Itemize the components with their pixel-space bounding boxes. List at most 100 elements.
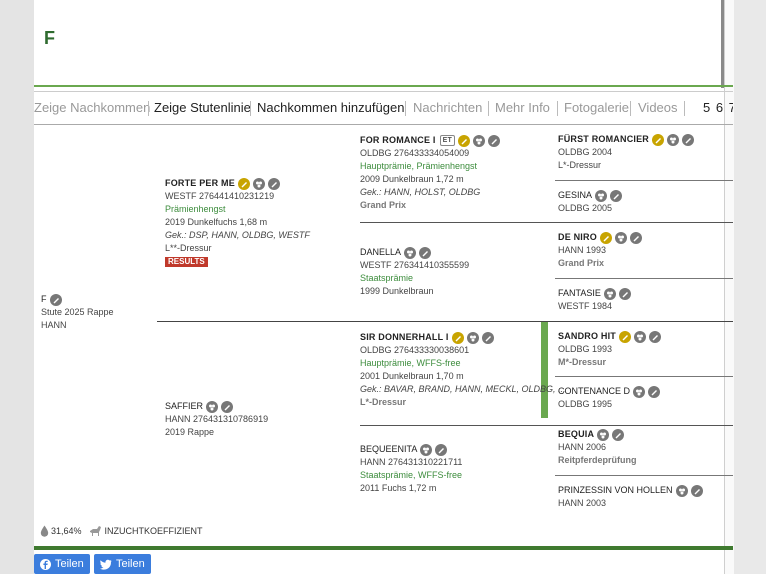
- offspring-icon[interactable]: [466, 331, 479, 344]
- ss-gek: Gek.: HANN, HOLST, OLDBG: [360, 187, 481, 197]
- pencil-icon[interactable]: [649, 330, 661, 343]
- tab-fotogalerie[interactable]: Fotogalerie: [564, 100, 629, 115]
- sire-name[interactable]: FORTE PER ME: [165, 177, 235, 190]
- g3-node-7: PRINZESSIN VON HOLLEN HANN 2003: [558, 484, 703, 510]
- inbreeding-label: INZUCHTKOEFFIZIENT: [104, 526, 203, 536]
- dd-name[interactable]: BEQUEENITA: [360, 443, 417, 456]
- g3-line1: OLDBG 2005: [558, 203, 613, 213]
- dam-name[interactable]: SAFFIER: [165, 400, 203, 413]
- pencil-icon[interactable]: [648, 385, 661, 398]
- g3-name[interactable]: FÜRST ROMANCIER: [558, 133, 649, 146]
- offspring-icon[interactable]: [595, 189, 608, 202]
- pencil-icon[interactable]: [267, 177, 280, 190]
- offspring-icon[interactable]: [633, 385, 646, 398]
- offspring-icon[interactable]: [614, 231, 627, 244]
- pencil-icon[interactable]: [690, 484, 703, 497]
- offspring-icon[interactable]: [675, 484, 688, 497]
- pencil-icon[interactable]: [612, 428, 625, 441]
- offspring-icon[interactable]: [472, 134, 485, 147]
- et-badge: ET: [439, 135, 455, 146]
- pedigree-divider-sire: [360, 222, 733, 223]
- g3-node-1: GESINA OLDBG 2005: [558, 189, 623, 215]
- g3-name[interactable]: SANDRO HIT: [558, 330, 616, 343]
- pencil-icon[interactable]: [481, 331, 494, 344]
- tab-zeige-nachkommen[interactable]: Zeige Nachkommen: [34, 100, 150, 115]
- offspring-icon[interactable]: [603, 287, 616, 300]
- offspring-icon[interactable]: [634, 330, 646, 343]
- g3-name[interactable]: DE NIRO: [558, 231, 597, 244]
- dam-info: 2019 Rappe: [165, 427, 215, 437]
- pencil-icon[interactable]: [610, 189, 623, 202]
- g3-name[interactable]: BEQUIA: [558, 428, 594, 441]
- nav-separator: [250, 101, 251, 116]
- ss-name[interactable]: FOR ROMANCE I: [360, 134, 436, 147]
- pedigree-divider-g3: [555, 376, 733, 377]
- share-twitter-button[interactable]: Teilen: [94, 554, 151, 574]
- sire-level: L**-Dressur: [165, 243, 212, 253]
- ss-level: Grand Prix: [360, 200, 407, 210]
- nav-bottom-line: [34, 124, 733, 125]
- g3-node-5: CONTENANCE D OLDBG 1995: [558, 385, 661, 411]
- g3-name[interactable]: FANTASIE: [558, 287, 601, 300]
- ss-reg: OLDBG 276433334054009: [360, 148, 470, 158]
- pencil-icon[interactable]: [221, 400, 234, 413]
- tab-nav: Zeige Nachkommen Zeige Stutenlinie Nachk…: [34, 97, 733, 121]
- sire-award: Prämienhengst: [165, 204, 226, 214]
- subject-name[interactable]: F: [41, 293, 47, 306]
- ds-info: 2001 Dunkelbraun 1,70 m: [360, 371, 464, 381]
- sire-info: 2019 Dunkelfuchs 1,68 m: [165, 217, 268, 227]
- pencil-icon[interactable]: [682, 133, 694, 146]
- g3-line1: OLDBG 1995: [558, 399, 613, 409]
- tab-nachkommen-hinzufuegen[interactable]: Nachkommen hinzufügen: [257, 100, 404, 115]
- pencil-icon[interactable]: [487, 134, 500, 147]
- tab-videos[interactable]: Videos: [638, 100, 678, 115]
- page-gutter: [734, 0, 766, 574]
- ds-name[interactable]: SIR DONNERHALL I: [360, 331, 449, 344]
- g3-name[interactable]: PRINZESSIN VON HOLLEN: [558, 484, 673, 497]
- twitter-icon: [100, 559, 112, 570]
- g3-line1: HANN 2003: [558, 498, 607, 508]
- pencil-icon[interactable]: [629, 231, 642, 244]
- tab-mehr-info[interactable]: Mehr Info: [495, 100, 550, 115]
- sd-info: 1999 Dunkelbraun: [360, 286, 434, 296]
- subject-line1: Stute 2025 Rappe: [41, 307, 114, 317]
- g3-name[interactable]: GESINA: [558, 189, 592, 202]
- offspring-icon[interactable]: [667, 133, 679, 146]
- tab-zeige-stutenlinie[interactable]: Zeige Stutenlinie: [154, 100, 251, 115]
- pedigree-divider-g3: [555, 180, 733, 181]
- ds-award: Hauptprämie, WFFS-free: [360, 358, 461, 368]
- share-facebook-button[interactable]: Teilen: [34, 554, 90, 574]
- g3-node-2: DE NIRO HANN 1993 Grand Prix: [558, 231, 642, 270]
- offspring-icon[interactable]: [252, 177, 265, 190]
- nav-overflow[interactable]: 5 6 7: [703, 100, 733, 115]
- nav-top-line: [34, 91, 733, 92]
- g3-name[interactable]: CONTENANCE D: [558, 385, 630, 398]
- offspring-icon[interactable]: [404, 246, 417, 259]
- dam-node: SAFFIER HANN 276431310786919 2019 Rappe: [165, 400, 268, 439]
- pencil-icon[interactable]: [419, 246, 432, 259]
- offspring-icon[interactable]: [206, 400, 219, 413]
- ds-level: L*-Dressur: [360, 397, 407, 407]
- results-button[interactable]: RESULTS: [165, 257, 208, 267]
- pencil-icon[interactable]: [618, 287, 631, 300]
- dam-reg: HANN 276431310786919: [165, 414, 269, 424]
- dd-node: BEQUEENITA HANN 276431310221711 Staatspr…: [360, 443, 462, 495]
- g3-line1: OLDBG 1993: [558, 344, 613, 354]
- pencil-icon[interactable]: [435, 443, 448, 456]
- tab-nachrichten[interactable]: Nachrichten: [413, 100, 482, 115]
- offspring-icon[interactable]: [597, 428, 610, 441]
- g3-line1: HANN 1993: [558, 245, 607, 255]
- g3-line2: Reitpferdeprüfung: [558, 455, 637, 465]
- offspring-icon[interactable]: [420, 443, 433, 456]
- pedigree-divider-main: [157, 321, 733, 322]
- sire-gek: Gek.: DSP, HANN, OLDBG, WESTF: [165, 230, 310, 240]
- sd-name[interactable]: DANELLA: [360, 246, 401, 259]
- scrollbar[interactable]: [721, 0, 724, 88]
- share-facebook-label: Teilen: [55, 558, 84, 570]
- nav-separator: [630, 101, 631, 116]
- pedigree-divider-g3: [555, 475, 733, 476]
- ds-reg: OLDBG 276433330038601: [360, 345, 470, 355]
- g3-line1: OLDBG 2004: [558, 147, 613, 157]
- nav-separator: [405, 101, 406, 116]
- pencil-icon[interactable]: [49, 293, 62, 306]
